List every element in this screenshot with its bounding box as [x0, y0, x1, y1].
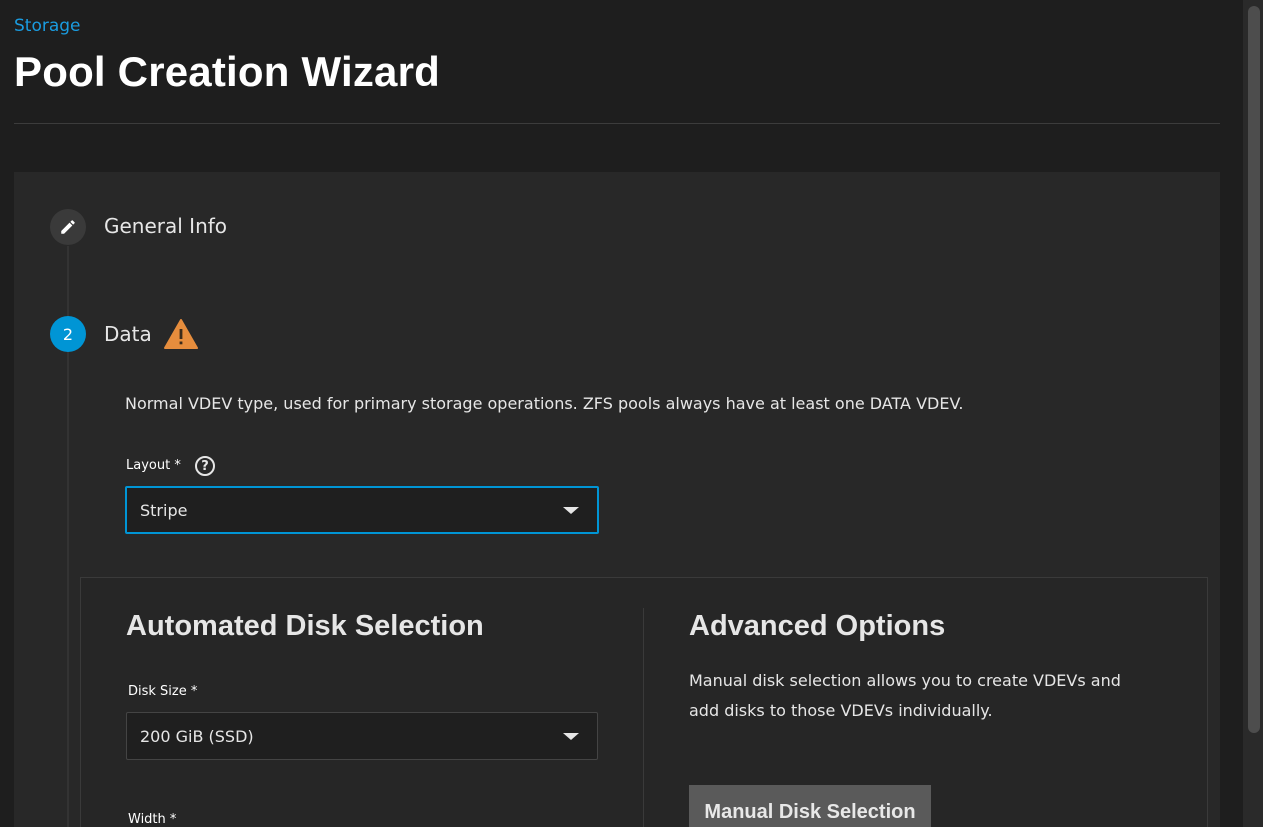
step-data-label[interactable]: Data — [104, 322, 152, 346]
advanced-options-description: Manual disk selection allows you to crea… — [689, 671, 1121, 720]
panel-divider — [643, 608, 644, 827]
page-title: Pool Creation Wizard — [14, 48, 440, 95]
disk-size-label: Disk Size * — [128, 684, 198, 699]
step-general-info-icon[interactable] — [50, 209, 86, 245]
help-icon[interactable]: ? — [195, 456, 215, 476]
disk-size-select[interactable]: 200 GiB (SSD) — [126, 712, 598, 760]
advanced-options-title: Advanced Options — [689, 610, 946, 642]
automated-disk-selection-title: Automated Disk Selection — [126, 610, 484, 642]
layout-select-value: Stripe — [140, 500, 188, 520]
data-step-description: Normal VDEV type, used for primary stora… — [125, 394, 964, 413]
disk-size-select-value: 200 GiB (SSD) — [140, 726, 254, 746]
manual-disk-selection-button[interactable]: Manual Disk Selection — [689, 785, 931, 827]
header-divider — [14, 123, 1220, 124]
page: Storage Pool Creation Wizard General Inf… — [0, 0, 1263, 827]
width-label: Width * — [128, 812, 177, 827]
chevron-down-icon — [563, 507, 579, 514]
step-data-number[interactable]: 2 — [50, 316, 86, 352]
chevron-down-icon — [563, 733, 579, 740]
step-general-info-label[interactable]: General Info — [104, 214, 227, 238]
breadcrumb-storage[interactable]: Storage — [14, 16, 81, 36]
layout-select[interactable]: Stripe — [125, 486, 599, 534]
layout-label: Layout * — [126, 458, 181, 473]
pencil-icon — [61, 220, 75, 234]
warning-icon — [164, 319, 198, 349]
scrollbar-thumb[interactable] — [1248, 6, 1260, 733]
